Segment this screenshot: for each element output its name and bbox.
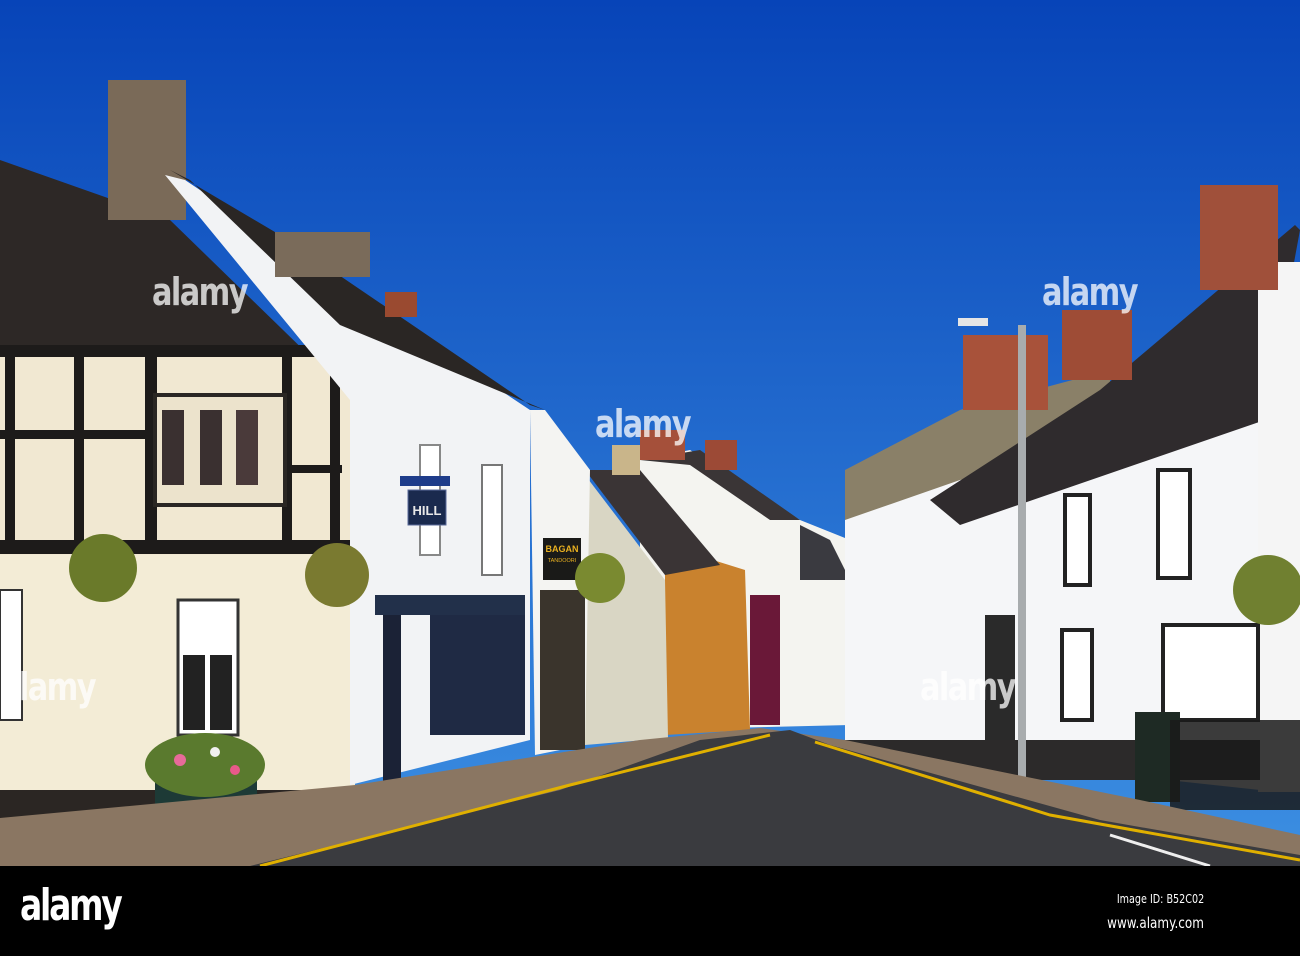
- bagan-sign-subtitle: TANDOORI: [548, 558, 577, 564]
- bagan-sign: BAGAN TANDOORI: [543, 538, 581, 580]
- hill-sign: HILL: [400, 476, 450, 526]
- watermark: alamy: [920, 665, 1017, 709]
- site-url: www.alamy.com: [1107, 914, 1204, 932]
- hill-sign-text: HILL: [413, 503, 442, 518]
- watermark: alamy: [595, 402, 692, 446]
- stock-photo: HILL BAGAN TANDOORI alamy alamy alamy al…: [0, 0, 1300, 956]
- alamy-logo: alamy: [20, 880, 123, 931]
- watermark: alamy: [1042, 270, 1139, 314]
- image-id: Image ID: B52C02: [1116, 892, 1204, 906]
- bagan-sign-title: BAGAN: [546, 544, 579, 554]
- watermark: alamy: [152, 270, 249, 314]
- watermark: alamy: [0, 665, 97, 709]
- footer-bar: alamy Image ID: B52C02 www.alamy.com: [0, 866, 1300, 956]
